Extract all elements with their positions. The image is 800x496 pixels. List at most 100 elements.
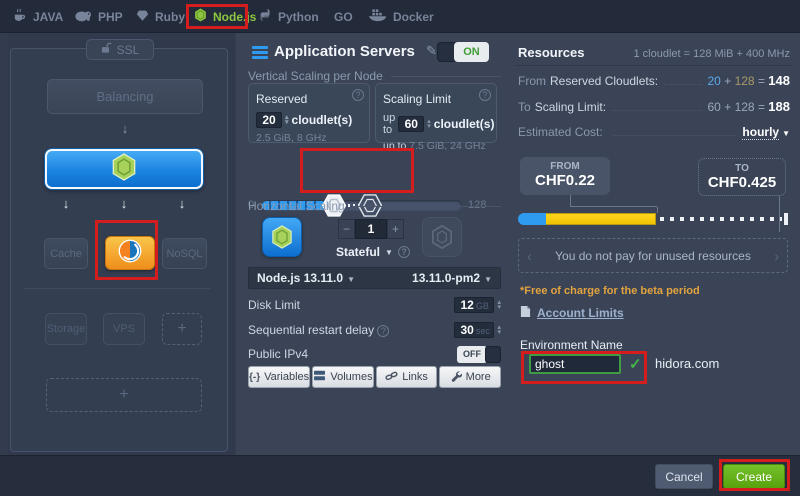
row-value-a: 60 (708, 100, 721, 114)
layer-power-toggle[interactable]: ON (437, 42, 492, 62)
nosql-label: NoSQL (166, 248, 202, 260)
toggle-off-label: OFF (457, 346, 487, 363)
valid-check-icon: ✓ (629, 355, 642, 373)
cloudlet-unit: cloudlet(s) (292, 113, 353, 127)
layer-list-icon[interactable] (252, 46, 268, 59)
volumes-button[interactable]: Volumes (312, 366, 374, 388)
storage-node[interactable]: Storage (45, 313, 87, 345)
disk-limit-input[interactable]: 12GB (454, 297, 494, 313)
cost-from-card: FROM CHF0.22 (520, 157, 610, 195)
resources-panel: Resources 1 cloudlet = 128 MiB + 400 MHz… (507, 33, 800, 455)
docker-whale-icon (368, 8, 387, 25)
tab-label: Node.js (213, 10, 256, 24)
row-prefix: To (518, 100, 531, 114)
card-title: Reserved (256, 92, 307, 106)
help-icon[interactable]: ? (479, 89, 491, 101)
help-icon[interactable]: ? (377, 325, 389, 337)
row-label: Scaling Limit: (535, 100, 606, 114)
reserved-stepper[interactable]: ▴▾ (285, 115, 289, 125)
ghost-node-placeholder (422, 217, 462, 257)
to-label: TO (699, 163, 785, 174)
row-total: 188 (768, 99, 790, 114)
chevron-down-icon: ▼ (347, 275, 355, 284)
node-count-stepper: − 1 + (338, 219, 404, 239)
toggle-on-label: ON (454, 42, 489, 62)
version-bar: Node.js 13.11.0▼ 13.11.0-pm2▼ (248, 267, 501, 289)
layer-action-buttons: {-} Variables Volumes Links More (248, 366, 501, 388)
from-label: FROM (520, 161, 610, 172)
storage-label: Storage (47, 323, 86, 335)
row-prefix: From (518, 74, 546, 88)
balancing-node[interactable]: Balancing (47, 79, 203, 114)
stateful-dropdown[interactable]: Stateful ▼ ? (336, 245, 410, 259)
balancing-label: Balancing (96, 89, 153, 104)
arrow-down-icon: ↓ (114, 196, 134, 211)
button-label: Links (402, 371, 428, 383)
tab-php[interactable]: PHP (74, 0, 123, 33)
row-total: 148 (768, 73, 790, 88)
environment-name-input[interactable] (529, 354, 621, 374)
arrow-down-icon: ↓ (172, 196, 192, 211)
footer-bar: Cancel Create (0, 455, 800, 496)
more-button[interactable]: More (439, 366, 501, 388)
scaling-limit-row: To Scaling Limit: 60 + 128 = 188 (518, 99, 790, 115)
variables-button[interactable]: {-} Variables (248, 366, 310, 388)
account-limits-link[interactable]: Account Limits (520, 305, 624, 321)
create-button[interactable]: Create (723, 464, 785, 489)
restart-delay-input[interactable]: 30sec (454, 322, 494, 338)
environment-wizard: JAVA PHP Ruby Node.js Python GO Docker (0, 0, 800, 496)
tab-docker[interactable]: Docker (368, 0, 434, 33)
chevron-right-icon[interactable]: › (774, 248, 779, 264)
row-value-b: 128 (735, 74, 755, 88)
tab-label: JAVA (33, 10, 63, 24)
restart-delay-label: Sequential restart delay ? (248, 323, 389, 337)
scaling-stepper[interactable]: ▴▾ (427, 119, 431, 129)
chevron-down-icon: ▼ (385, 248, 393, 257)
vps-node[interactable]: VPS (103, 313, 145, 345)
sql-swirl-icon (118, 239, 142, 268)
account-limits-label: Account Limits (537, 306, 624, 320)
scaling-subtext: up to 7.5 GiB, 24 GHz (383, 140, 489, 152)
node-count-value[interactable]: 1 (355, 219, 387, 239)
runtime-dropdown[interactable]: 13.11.0-pm2▼ (412, 271, 492, 285)
button-label: Variables (264, 371, 309, 383)
row-value-a: 20 (708, 74, 721, 88)
environment-name-label: Environment Name (520, 338, 623, 352)
billing-period-dropdown[interactable]: hourly (742, 125, 779, 140)
tab-ruby[interactable]: Ruby (136, 0, 185, 33)
sql-node[interactable] (105, 236, 155, 270)
public-ipv4-label: Public IPv4 (248, 347, 308, 361)
billing-info-carousel: ‹ You do not pay for unused resources › (518, 238, 788, 273)
row-label: Reserved Cloudlets: (550, 74, 658, 88)
tab-java[interactable]: JAVA (12, 0, 63, 33)
cost-bar-yellow-segment (546, 213, 656, 225)
increase-count-button[interactable]: + (387, 219, 404, 239)
python-icon (258, 8, 272, 25)
engine-dropdown[interactable]: Node.js 13.11.0▼ (257, 271, 355, 285)
help-icon[interactable]: ? (352, 89, 364, 101)
row-value-b: 128 (735, 100, 755, 114)
add-node-button[interactable]: + (162, 313, 202, 345)
tab-label: PHP (98, 10, 123, 24)
nodejs-node-selected[interactable] (45, 149, 203, 189)
public-ipv4-toggle[interactable]: OFF (457, 346, 501, 363)
restart-delay-stepper[interactable]: ▴▾ (497, 325, 501, 335)
add-layer-button[interactable]: + (46, 378, 202, 412)
help-icon[interactable]: ? (398, 246, 410, 258)
domain-suffix: hidora.com (655, 356, 719, 371)
scaling-value-input[interactable]: 60 (398, 116, 424, 132)
decrease-count-button[interactable]: − (338, 219, 355, 239)
cache-node[interactable]: Cache (44, 238, 88, 269)
to-value: CHF0.425 (699, 174, 785, 191)
tab-nodejs[interactable]: Node.js (194, 0, 256, 33)
links-button[interactable]: Links (376, 366, 438, 388)
nosql-node[interactable]: NoSQL (162, 238, 207, 269)
disk-limit-stepper[interactable]: ▴▾ (497, 300, 501, 310)
edit-pencil-icon[interactable]: ✎ (426, 43, 437, 59)
tab-python[interactable]: Python (258, 0, 319, 33)
reserved-value-input[interactable]: 20 (256, 112, 282, 128)
ssl-toggle[interactable]: SSL (86, 39, 154, 60)
cancel-button[interactable]: Cancel (655, 464, 713, 489)
tab-go[interactable]: GO (334, 0, 353, 33)
nodejs-app-icon (262, 217, 302, 257)
